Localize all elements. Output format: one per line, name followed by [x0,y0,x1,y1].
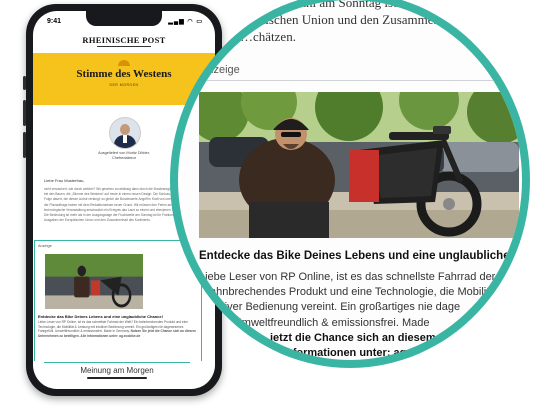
ad-body-line-2: …ahnbrechendes Produkt und eine Technolo… [199,286,490,299]
zoom-line-2: …päischen Union und den Zusammenhalt [240,12,460,27]
ad-cta-line-2[interactable]: …nformationen unter: ag. [199,346,522,360]
logo-underline [97,46,151,47]
signal-wifi-battery-icon: ▂▄▆ ◠ ▭ [168,19,203,25]
ad-image-small[interactable] [45,254,143,309]
ad-text-small: Liebe Leser von RP Online, ist es das sc… [38,320,198,338]
ad-body: Liebe Leser von RP Online, ist es das sc… [199,270,522,360]
ad-body-line-1: Liebe Leser von RP Online, ist es das sc… [199,271,496,283]
ad-title-small[interactable]: Entdecke das Bike Deines Lebens und eine… [38,314,200,319]
status-time: 9:41 [47,18,62,25]
meinung-am-morgen-button[interactable]: Meinung am Morgen [44,362,190,377]
ad-label: Anzeige [200,64,240,76]
zoomed-article-text: …ichwahl am Sonntag ist für F …päischen … [218,0,522,45]
banner-title: Stimme des Westens [76,68,172,80]
zoom-line-1: …ichwahl am Sonntag ist für F [262,0,426,10]
mute-switch [23,76,26,90]
avatar-shirt [123,135,127,143]
ad-body-line-3: …tuitiver Bedienung vereint. Ein großart… [199,301,461,314]
ad-title[interactable]: Entdecke das Bike Deines Lebens und eine… [199,250,522,262]
phone-notch [86,11,162,26]
ad-body-line-4: …fühl. Umweltfreundlich & emissionsfrei.… [199,316,430,329]
home-indicator[interactable] [87,377,147,379]
ad-cta-line-1[interactable]: …jetzt die Chance sich an diesem U [199,331,522,346]
zoom-line-3: …chätzen. [240,29,296,44]
magnifier-lens: …ichwahl am Sonntag ist für F …päischen … [178,0,522,360]
author-avatar [109,117,141,149]
ad-image-ebike-rider[interactable] [199,92,519,238]
newspaper-logo: RHEINISCHE POST [82,35,166,45]
greeting: Liebe Frau Musterfrau, [44,178,85,183]
avatar-head [120,124,130,135]
volume-down-button [23,132,26,158]
ad-divider [198,80,522,81]
ad-label-small: Anzeige [38,244,52,248]
banner-subtitle: DER MORGEN [109,83,139,87]
volume-up-button [23,100,26,126]
sun-icon [118,60,130,66]
